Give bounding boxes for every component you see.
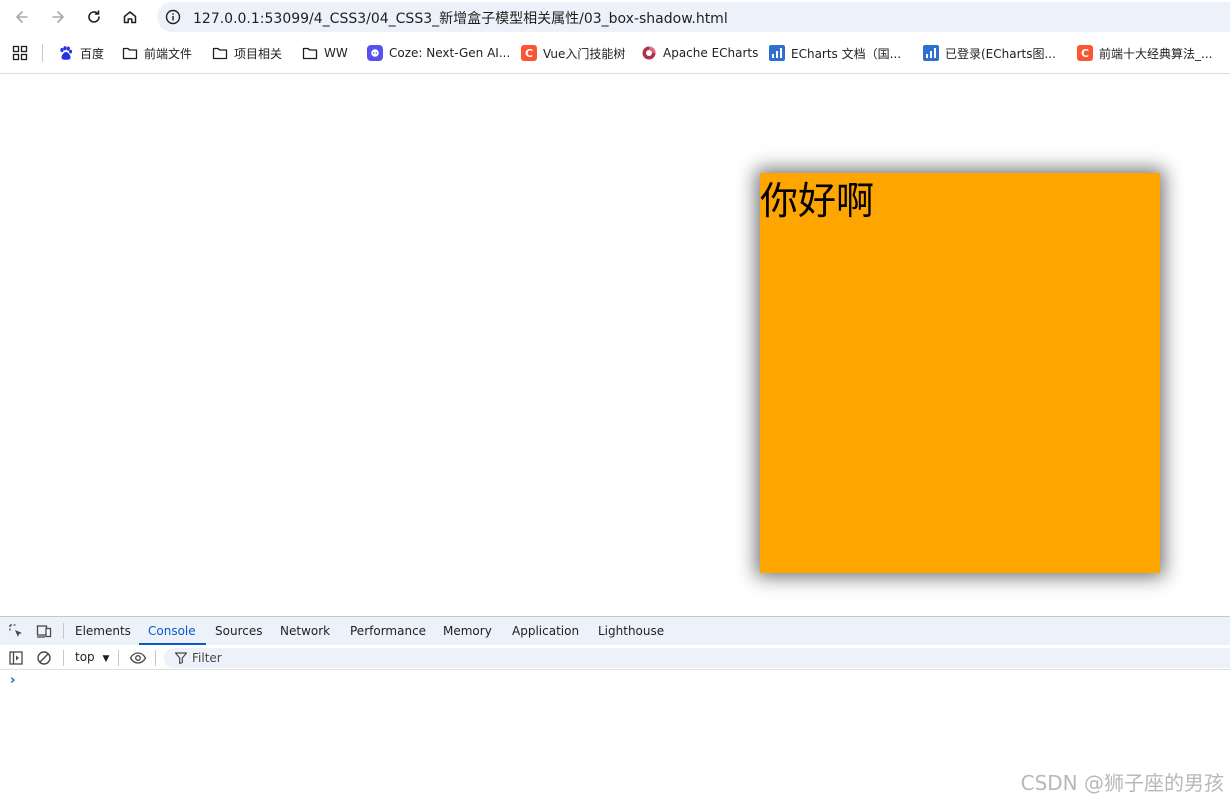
bookmark-label: Coze: Next-Gen AI...	[389, 46, 511, 60]
filter-icon	[174, 652, 188, 665]
bookmark-label: ECharts 文档（国...	[791, 46, 902, 61]
echarts-doc-icon	[769, 45, 785, 61]
bookmark-baidu[interactable]: 百度	[58, 43, 104, 63]
device-toolbar-icon[interactable]	[36, 623, 52, 639]
tab-elements[interactable]: Elements	[75, 617, 131, 645]
console-filter-input[interactable]: Filter	[164, 648, 1230, 668]
home-button[interactable]	[118, 5, 142, 29]
bookmark-label: 前端文件	[144, 46, 193, 61]
bookmark-label: 已登录(ECharts图...	[945, 46, 1056, 61]
console-toolbar: top ▼ Filter	[0, 646, 1230, 670]
shadow-demo-box: 你好啊	[760, 173, 1160, 573]
bookmark-echarts-docs[interactable]: ECharts 文档（国...	[769, 43, 901, 63]
bookmark-coze[interactable]: Coze: Next-Gen AI...	[367, 43, 510, 63]
bookmark-label: Vue入门技能树	[543, 46, 626, 61]
baidu-icon	[58, 45, 74, 61]
clear-console-icon[interactable]	[36, 650, 52, 666]
tab-console[interactable]: Console	[139, 617, 206, 645]
echarts-icon	[641, 45, 657, 61]
site-info-icon[interactable]	[165, 9, 181, 25]
folder-icon	[302, 45, 318, 61]
toolbar-divider	[63, 623, 64, 639]
url-text[interactable]: 127.0.0.1:53099/4_CSS3/04_CSS3_新增盒子模型相关属…	[193, 8, 728, 28]
apps-grid-icon[interactable]	[12, 45, 28, 61]
toolbar-divider	[155, 650, 156, 666]
home-icon	[123, 11, 137, 24]
bookmark-label: Apache ECharts	[663, 46, 759, 60]
folder-icon	[122, 45, 138, 61]
tab-memory[interactable]: Memory	[443, 617, 492, 645]
arrow-left-icon	[16, 11, 28, 23]
folder-icon	[212, 45, 228, 61]
reload-icon	[88, 10, 100, 23]
tab-network[interactable]: Network	[280, 617, 330, 645]
tab-sources[interactable]: Sources	[215, 617, 262, 645]
tab-lighthouse[interactable]: Lighthouse	[598, 617, 664, 645]
csdn-watermark: CSDN @狮子座的男孩	[1020, 771, 1224, 795]
bookmark-label: 项目相关	[234, 46, 283, 61]
console-prompt-icon[interactable]: ›	[10, 673, 15, 688]
csdn-icon: C	[1077, 45, 1093, 61]
bookmark-echarts-logged-in[interactable]: 已登录(ECharts图...	[923, 43, 1056, 63]
bookmark-folder-ww[interactable]: WW	[302, 43, 348, 63]
bookmark-label: 前端十大经典算法_...	[1099, 46, 1213, 61]
context-value: top	[75, 650, 95, 664]
toolbar-divider	[118, 650, 119, 666]
inspect-element-icon[interactable]	[8, 623, 24, 639]
bookmark-label: 百度	[80, 46, 105, 61]
tab-application[interactable]: Application	[512, 617, 579, 645]
csdn-icon: C	[521, 45, 537, 61]
context-selector[interactable]: top ▼	[75, 650, 109, 664]
bookmark-vue-skill-tree[interactable]: C Vue入门技能树	[521, 43, 625, 63]
eye-icon[interactable]	[129, 650, 147, 666]
reload-button[interactable]	[82, 5, 106, 29]
bookmarks-divider	[42, 44, 43, 62]
box-text: 你好啊	[760, 179, 875, 223]
sidebar-toggle-icon[interactable]	[8, 650, 24, 666]
forward-button[interactable]	[46, 5, 70, 29]
bookmark-frontend-algorithms[interactable]: C 前端十大经典算法_...	[1077, 43, 1212, 63]
filter-placeholder: Filter	[192, 651, 222, 665]
bookmark-folder-projects[interactable]: 项目相关	[212, 43, 282, 63]
bookmark-label: WW	[324, 46, 348, 60]
back-button[interactable]	[10, 5, 34, 29]
address-bar[interactable]: 127.0.0.1:53099/4_CSS3/04_CSS3_新增盒子模型相关属…	[157, 2, 1230, 32]
bookmark-apache-echarts[interactable]: Apache ECharts	[641, 43, 758, 63]
bookmarks-bar: 百度 前端文件 项目相关 WW Coze: Next-Gen AI... C V…	[0, 38, 1230, 68]
echarts-doc-icon	[923, 45, 939, 61]
coze-icon	[367, 45, 383, 61]
browser-toolbar: 127.0.0.1:53099/4_CSS3/04_CSS3_新增盒子模型相关属…	[0, 0, 1230, 34]
caret-down-icon: ▼	[102, 654, 110, 664]
devtools-tab-bar: Elements Console Sources Network Perform…	[0, 617, 1230, 645]
arrow-right-icon	[52, 11, 64, 23]
tab-performance[interactable]: Performance	[350, 617, 426, 645]
bookmark-folder-frontend[interactable]: 前端文件	[122, 43, 192, 63]
toolbar-divider	[63, 650, 64, 666]
page-viewport: 你好啊	[0, 74, 1230, 616]
